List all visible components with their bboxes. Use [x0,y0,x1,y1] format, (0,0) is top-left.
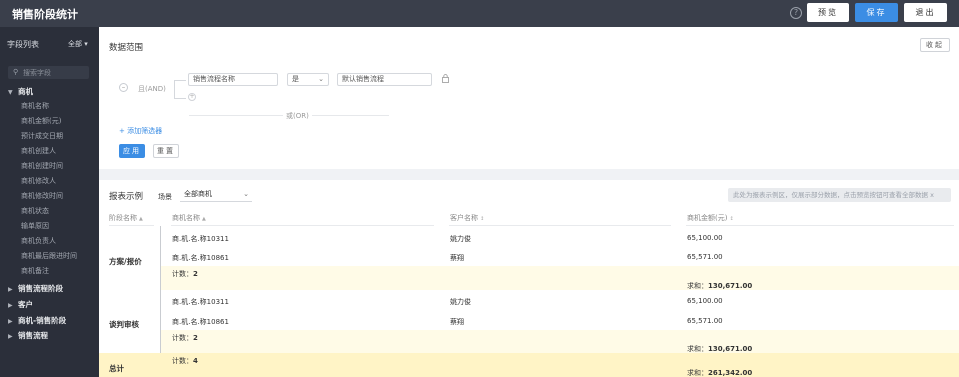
table-cell-amount: 65,571.00 [687,317,723,325]
field-item[interactable]: 商机金额(元) [21,116,61,126]
condition-bracket [174,80,186,99]
chevron-down-icon: ⌄ [243,190,249,198]
caret-right-icon: ▶ [8,333,13,340]
field-item[interactable]: 商机最后跟进时间 [21,251,77,261]
report-example-title: 报表示例 [109,192,144,202]
group-label: 客户 [18,300,33,309]
scene-select[interactable]: 全部商机 ⌄ [180,188,252,202]
column-header-customer[interactable]: 客户名称 ↕ [450,210,484,226]
table-cell-customer: 姚力俊 [450,235,471,243]
field-filter-dropdown[interactable]: 全部 ▾ [68,39,88,49]
top-bar: 销售阶段统计 ? 预览 保存 退出 [0,0,959,27]
caret-right-icon: ▶ [8,286,13,293]
table-cell-customer: 蔡翔 [450,318,464,326]
report-example-panel: 报表示例 场景 全部商机 ⌄ 此处为报表示例区，仅展示部分数据，点击预览按钮可查… [99,180,959,377]
field-item[interactable]: 商机创建人 [21,146,56,156]
field-item[interactable]: 商机修改时间 [21,191,63,201]
subtotal-count: 计数：2 [172,270,198,278]
field-item[interactable]: 商机备注 [21,266,49,276]
total-sum: 求和：261,342.00 [687,369,753,377]
field-list-sidebar: 字段列表 全部 ▾ ⚲ 搜索字段 ▼ 商机 商机名称 商机金额(元) 预计成交日期… [0,27,99,377]
field-item[interactable]: 商机名称 [21,101,49,111]
filter-operator-value: 是 [292,75,299,83]
table-cell-customer: 蔡翔 [450,254,464,262]
table-cell-opportunity: 商.机.名.称10861 [172,254,229,262]
field-item[interactable]: 输单原因 [21,221,49,231]
page-title: 销售阶段统计 [12,8,78,21]
lock-icon[interactable] [442,74,449,83]
total-count: 计数：4 [172,357,198,365]
group-label: 商机 [18,87,33,96]
help-icon[interactable]: ? [790,7,802,19]
field-list-title: 字段列表 [7,40,39,49]
subtotal-row [161,266,959,290]
field-item[interactable]: 商机修改人 [21,176,56,186]
field-search-input[interactable]: ⚲ 搜索字段 [8,66,89,79]
field-item[interactable]: 商机状态 [21,206,49,216]
table-cell-opportunity: 商.机.名.称10311 [172,298,229,306]
column-header-stage[interactable]: 阶段名称 ▲ [109,210,143,226]
subtotal-sum: 求和：130,671.00 [687,282,753,290]
preview-notice[interactable]: 此处为报表示例区，仅展示部分数据，点击预览按钮可查看全部数据 x [728,188,951,202]
group-opportunity[interactable]: ▼ 商机 [8,86,33,97]
group-customer[interactable]: ▶ 客户 [8,299,33,310]
group-label: 销售流程阶段 [18,284,63,293]
reset-button[interactable]: 重置 [153,144,179,158]
filter-operator-select[interactable]: 是 ⌄ [287,73,329,86]
remove-condition-icon[interactable]: – [119,83,128,92]
total-row [99,353,959,377]
apply-button[interactable]: 应用 [119,144,145,158]
group-sales-process[interactable]: ▶ 销售流程 [8,330,48,341]
add-filter-link[interactable]: + 添加筛选器 [119,126,162,136]
add-condition-icon[interactable]: + [188,93,196,101]
total-label: 总计 [109,364,124,373]
collapse-button[interactable]: 收起 [920,38,950,52]
preview-button[interactable]: 预览 [807,3,849,22]
field-item[interactable]: 预计成交日期 [21,131,63,141]
filter-field-select[interactable]: 销售流程名称 [188,73,278,86]
group-opportunity-sales-stage[interactable]: ▶ 商机-销售阶段 [8,315,66,326]
field-item[interactable]: 商机创建时间 [21,161,63,171]
table-cell-amount: 65,100.00 [687,234,723,242]
table-cell-customer: 姚力俊 [450,298,471,306]
save-button[interactable]: 保存 [855,3,898,22]
data-scope-panel: 数据范围 收起 – 且(AND) + 销售流程名称 是 ⌄ 默认销售流程 或(O… [99,27,959,169]
caret-right-icon: ▶ [8,318,13,325]
group-sales-process-stage[interactable]: ▶ 销售流程阶段 [8,283,63,294]
filter-value-input[interactable]: 默认销售流程 [337,73,432,86]
stage-cell: 谈判审核 [109,320,139,329]
or-label: 或(OR) [283,111,312,121]
group-label: 销售流程 [18,331,48,340]
caret-down-icon: ▼ [8,89,13,96]
stage-cell: 方案/报价 [109,257,142,266]
exit-button[interactable]: 退出 [904,3,947,22]
scene-label: 场景 [158,193,172,201]
search-placeholder: 搜索字段 [23,69,51,77]
group-label: 商机-销售阶段 [18,316,67,325]
table-cell-opportunity: 商.机.名.称10311 [172,235,229,243]
table-cell-opportunity: 商.机.名.称10861 [172,318,229,326]
subtotal-count: 计数：2 [172,334,198,342]
column-header-amount[interactable]: 商机金额(元) ↕ [687,210,734,226]
table-cell-amount: 65,100.00 [687,297,723,305]
field-item[interactable]: 商机负责人 [21,236,56,246]
data-scope-title: 数据范围 [109,43,144,53]
caret-right-icon: ▶ [8,302,13,309]
chevron-down-icon: ⌄ [318,75,324,83]
subtotal-row [161,330,959,353]
search-icon: ⚲ [13,68,19,76]
and-label: 且(AND) [138,85,166,93]
table-cell-amount: 65,571.00 [687,253,723,261]
scene-value: 全部商机 [184,190,212,198]
column-header-opportunity[interactable]: 商机名称 ▲ [172,210,206,226]
